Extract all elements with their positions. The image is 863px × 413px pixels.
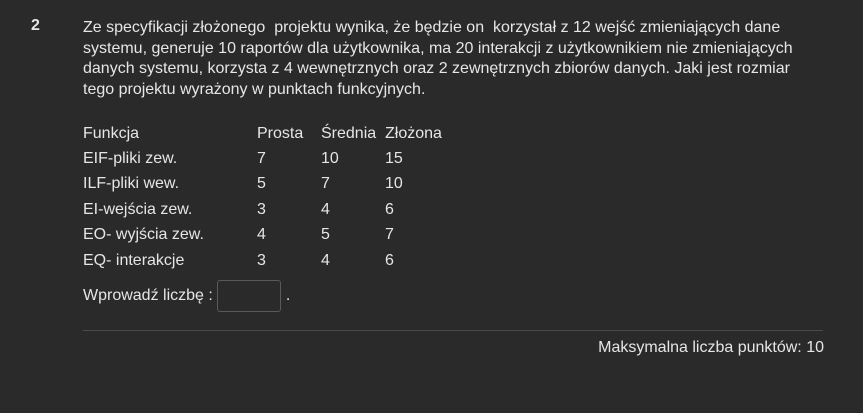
table-cell: 7 [257, 150, 266, 168]
table-header-cell: Złożona [385, 124, 442, 142]
table-row: EIF-pliki zew. 7 10 15 [83, 146, 455, 171]
answer-input[interactable] [216, 280, 281, 312]
table-cell: 7 [321, 175, 330, 193]
question-text-line: systemu, generuje 10 raportów dla użytko… [83, 39, 793, 57]
table-header-cell: Prosta [257, 124, 304, 142]
answer-row: Wprowadź liczbę : . [83, 279, 290, 313]
table-cell: EO- wyjścia zew. [83, 226, 204, 244]
answer-label: Wprowadź liczbę : [83, 287, 213, 304]
table-row: ILF-pliki wew. 5 7 10 [83, 172, 455, 197]
table-cell: 4 [257, 226, 266, 244]
table-row: EQ- interakcje 3 4 6 [83, 248, 455, 273]
divider [83, 330, 823, 331]
question-text-line: Ze specyfikacji złożonego projektu wynik… [83, 19, 781, 36]
table-cell: 4 [321, 251, 330, 269]
table-cell: 7 [385, 226, 394, 244]
question-number: 2 [31, 17, 40, 34]
table-cell: EQ- interakcje [83, 251, 185, 269]
table-cell: 4 [321, 200, 330, 218]
question-block: 2 Ze specyfikacji złożonego projektu wyn… [0, 0, 863, 413]
table-cell: 15 [385, 150, 403, 168]
question-text-line: danych systemu, korzysta z 4 wewnętrznyc… [83, 60, 790, 77]
table-row: EI-wejścia zew. 3 4 6 [83, 197, 455, 222]
function-points-table: Funkcja Prosta Średnia Złożona EIF-pliki… [83, 121, 455, 273]
table-cell: EIF-pliki zew. [83, 150, 178, 168]
table-header-cell: Średnia [321, 124, 377, 142]
table-cell: 6 [385, 200, 394, 218]
table-row: EO- wyjścia zew. 4 5 7 [83, 223, 455, 248]
table-cell: 3 [257, 251, 266, 269]
table-header-row: Funkcja Prosta Średnia Złożona [83, 121, 455, 146]
question-text-line: tego projektu wyrażony w punktach funkcy… [83, 80, 426, 98]
table-cell: ILF-pliki wew. [83, 175, 180, 193]
table-cell: 5 [257, 175, 266, 193]
table-cell: 10 [385, 175, 403, 193]
table-header-cell: Funkcja [83, 124, 140, 142]
max-points-label: Maksymalna liczba punktów: 10 [598, 339, 824, 356]
answer-suffix: . [285, 287, 291, 304]
question-text: Ze specyfikacji złożonego projektu wynik… [83, 18, 813, 100]
table-cell: 10 [321, 150, 339, 168]
table-cell: EI-wejścia zew. [83, 200, 193, 218]
table-cell: 6 [385, 251, 394, 269]
table-cell: 3 [257, 200, 266, 218]
table-cell: 5 [321, 226, 330, 244]
